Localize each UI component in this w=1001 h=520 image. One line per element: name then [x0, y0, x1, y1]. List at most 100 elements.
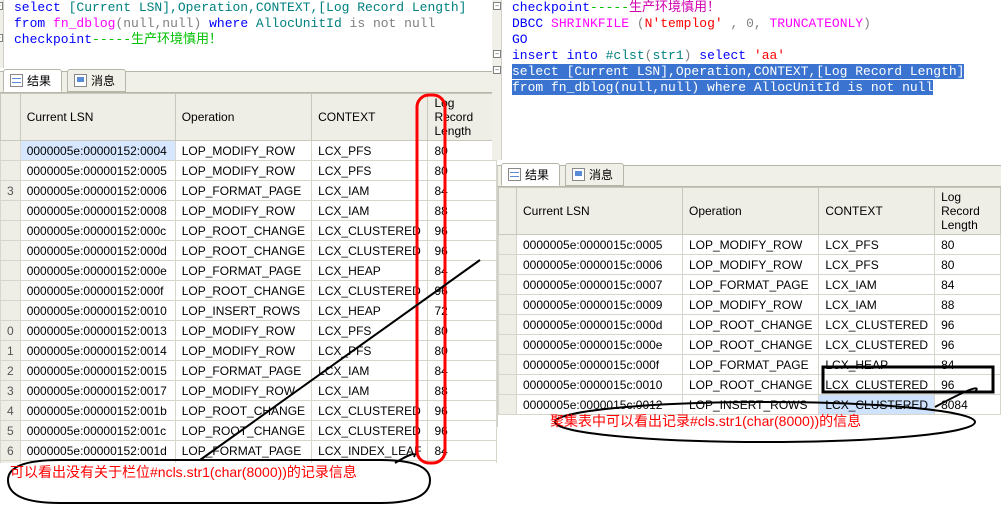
cell-lsn[interactable]: 0000005e:00000152:0005: [20, 161, 175, 181]
results-grid-left[interactable]: Current LSN Operation CONTEXT Log Record…: [0, 93, 497, 463]
cell-op[interactable]: LOP_FORMAT_PAGE: [683, 275, 819, 295]
col-log-record-length[interactable]: Log Record Length: [428, 94, 497, 141]
cell-lsn[interactable]: 0000005e:00000152:000e: [20, 261, 175, 281]
table-row[interactable]: 40000005e:00000152:001bLOP_ROOT_CHANGELC…: [1, 401, 497, 421]
col-operation[interactable]: Operation: [683, 188, 819, 235]
cell-ctx[interactable]: LCX_INDEX_LEAF: [312, 441, 428, 461]
cell-len[interactable]: 96: [935, 335, 1001, 355]
cell-ctx[interactable]: LCX_IAM: [312, 201, 428, 221]
cell-lsn[interactable]: 0000005e:00000152:000c: [20, 221, 175, 241]
cell-len[interactable]: 80: [428, 321, 497, 341]
cell-op[interactable]: LOP_ROOT_CHANGE: [683, 335, 819, 355]
cell-ctx[interactable]: LCX_CLUSTERED: [819, 335, 935, 355]
rownum[interactable]: [499, 395, 517, 415]
fold-handle-icon[interactable]: –: [493, 66, 501, 74]
cell-len[interactable]: 96: [428, 421, 497, 441]
cell-len[interactable]: 96: [935, 375, 1001, 395]
rownum[interactable]: 3: [1, 381, 21, 401]
col-current-lsn[interactable]: Current LSN: [20, 94, 175, 141]
cell-op[interactable]: LOP_ROOT_CHANGE: [683, 375, 819, 395]
rownum[interactable]: [1, 281, 21, 301]
table-row[interactable]: 0000005e:0000015c:0005LOP_MODIFY_ROWLCX_…: [499, 235, 1001, 255]
table-row[interactable]: 0000005e:00000152:0008LOP_MODIFY_ROWLCX_…: [1, 201, 497, 221]
cell-lsn[interactable]: 0000005e:00000152:0004: [20, 141, 175, 161]
table-row[interactable]: 0000005e:00000152:000cLOP_ROOT_CHANGELCX…: [1, 221, 497, 241]
rownum[interactable]: [499, 255, 517, 275]
rownum[interactable]: 5: [1, 421, 21, 441]
table-row[interactable]: 0000005e:0000015c:0006LOP_MODIFY_ROWLCX_…: [499, 255, 1001, 275]
rownum[interactable]: [499, 335, 517, 355]
cell-lsn[interactable]: 0000005e:00000152:001b: [20, 401, 175, 421]
cell-lsn[interactable]: 0000005e:0000015c:0009: [517, 295, 683, 315]
tab-messages[interactable]: 消息: [565, 163, 624, 186]
cell-op[interactable]: LOP_FORMAT_PAGE: [683, 355, 819, 375]
table-row[interactable]: 0000005e:0000015c:000dLOP_ROOT_CHANGELCX…: [499, 315, 1001, 335]
cell-lsn[interactable]: 0000005e:0000015c:0006: [517, 255, 683, 275]
table-row[interactable]: 0000005e:00000152:000dLOP_ROOT_CHANGELCX…: [1, 241, 497, 261]
cell-ctx[interactable]: LCX_CLUSTERED: [312, 241, 428, 261]
cell-lsn[interactable]: 0000005e:00000152:001c: [20, 421, 175, 441]
cell-lsn[interactable]: 0000005e:00000152:0015: [20, 361, 175, 381]
table-row[interactable]: 10000005e:00000152:0014LOP_MODIFY_ROWLCX…: [1, 341, 497, 361]
cell-op[interactable]: LOP_MODIFY_ROW: [175, 321, 311, 341]
rownum[interactable]: [499, 355, 517, 375]
rownum[interactable]: 2: [1, 361, 21, 381]
tab-results[interactable]: 结果: [501, 163, 560, 186]
cell-ctx[interactable]: LCX_PFS: [312, 161, 428, 181]
cell-lsn[interactable]: 0000005e:0000015c:0007: [517, 275, 683, 295]
cell-ctx[interactable]: LCX_CLUSTERED: [312, 421, 428, 441]
col-log-record-length[interactable]: Log Record Length: [935, 188, 1001, 235]
cell-len[interactable]: 8084: [935, 395, 1001, 415]
cell-ctx[interactable]: LCX_CLUSTERED: [819, 315, 935, 335]
table-row[interactable]: 0000005e:00000152:000eLOP_FORMAT_PAGELCX…: [1, 261, 497, 281]
cell-len[interactable]: 88: [428, 381, 497, 401]
cell-len[interactable]: 80: [428, 161, 497, 181]
cell-op[interactable]: LOP_MODIFY_ROW: [683, 235, 819, 255]
cell-op[interactable]: LOP_ROOT_CHANGE: [175, 421, 311, 441]
cell-lsn[interactable]: 0000005e:00000152:000d: [20, 241, 175, 261]
cell-len[interactable]: 96: [428, 221, 497, 241]
cell-lsn[interactable]: 0000005e:0000015c:0010: [517, 375, 683, 395]
rownum[interactable]: [1, 201, 21, 221]
cell-ctx[interactable]: LCX_CLUSTERED: [312, 401, 428, 421]
cell-lsn[interactable]: 0000005e:00000152:0010: [20, 301, 175, 321]
fold-handle-icon[interactable]: –: [493, 2, 501, 10]
table-row[interactable]: 50000005e:00000152:001cLOP_ROOT_CHANGELC…: [1, 421, 497, 441]
cell-len[interactable]: 80: [935, 255, 1001, 275]
table-row[interactable]: 60000005e:00000152:001dLOP_FORMAT_PAGELC…: [1, 441, 497, 461]
table-row[interactable]: 20000005e:00000152:0015LOP_FORMAT_PAGELC…: [1, 361, 497, 381]
cell-ctx[interactable]: LCX_CLUSTERED: [312, 221, 428, 241]
cell-len[interactable]: 84: [428, 261, 497, 281]
cell-ctx[interactable]: LCX_PFS: [819, 235, 935, 255]
cell-len[interactable]: 88: [428, 201, 497, 221]
cell-op[interactable]: LOP_MODIFY_ROW: [683, 255, 819, 275]
cell-op[interactable]: LOP_MODIFY_ROW: [683, 295, 819, 315]
rownum[interactable]: [1, 301, 21, 321]
cell-len[interactable]: 84: [428, 361, 497, 381]
cell-len[interactable]: 80: [428, 141, 497, 161]
cell-len[interactable]: 88: [935, 295, 1001, 315]
cell-lsn[interactable]: 0000005e:0000015c:000e: [517, 335, 683, 355]
cell-op[interactable]: LOP_FORMAT_PAGE: [175, 181, 311, 201]
cell-op[interactable]: LOP_MODIFY_ROW: [175, 161, 311, 181]
cell-lsn[interactable]: 0000005e:0000015c:000d: [517, 315, 683, 335]
cell-lsn[interactable]: 0000005e:0000015c:0005: [517, 235, 683, 255]
cell-lsn[interactable]: 0000005e:00000152:001d: [20, 441, 175, 461]
table-row[interactable]: 0000005e:00000152:0010LOP_INSERT_ROWSLCX…: [1, 301, 497, 321]
fold-handle-icon[interactable]: –: [0, 2, 3, 10]
cell-op[interactable]: LOP_ROOT_CHANGE: [175, 241, 311, 261]
cell-op[interactable]: LOP_FORMAT_PAGE: [175, 361, 311, 381]
cell-lsn[interactable]: 0000005e:00000152:0014: [20, 341, 175, 361]
rownum[interactable]: [1, 241, 21, 261]
rownum[interactable]: [499, 275, 517, 295]
results-grid-right[interactable]: Current LSN Operation CONTEXT Log Record…: [497, 187, 1001, 427]
table-row[interactable]: 0000005e:0000015c:000eLOP_ROOT_CHANGELCX…: [499, 335, 1001, 355]
cell-lsn[interactable]: 0000005e:00000152:0006: [20, 181, 175, 201]
cell-len[interactable]: 84: [935, 275, 1001, 295]
cell-ctx[interactable]: LCX_IAM: [312, 361, 428, 381]
cell-ctx[interactable]: LCX_CLUSTERED: [819, 375, 935, 395]
cell-len[interactable]: 96: [428, 281, 497, 301]
table-row[interactable]: 0000005e:00000152:000fLOP_ROOT_CHANGELCX…: [1, 281, 497, 301]
cell-op[interactable]: LOP_FORMAT_PAGE: [175, 441, 311, 461]
fold-handle-icon[interactable]: –: [493, 50, 501, 58]
